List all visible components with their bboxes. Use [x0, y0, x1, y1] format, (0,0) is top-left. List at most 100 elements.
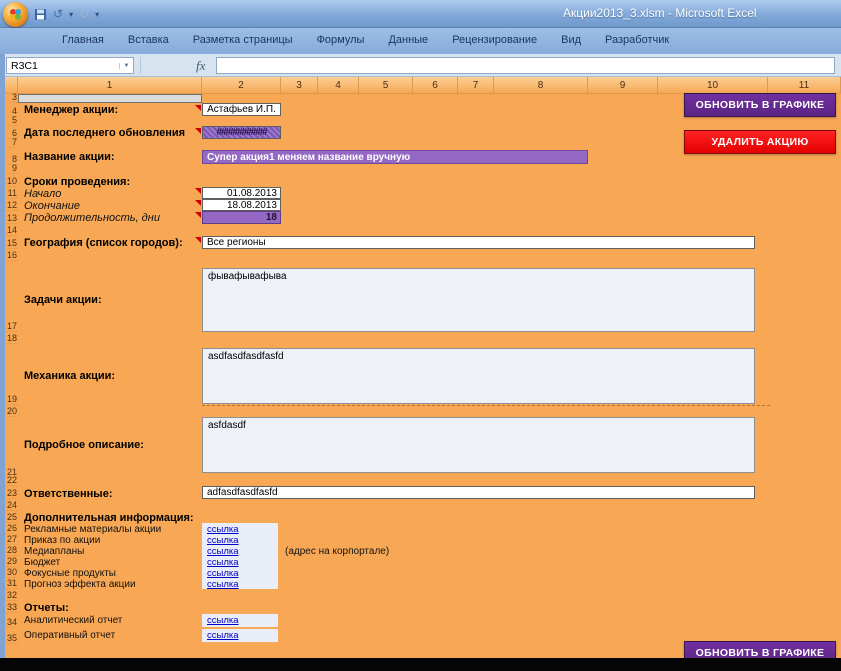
- tab-developer[interactable]: Разработчик: [593, 28, 681, 54]
- tab-page-layout[interactable]: Разметка страницы: [181, 28, 305, 54]
- mechanics-cell[interactable]: asdfasdfasdfasfd: [202, 348, 755, 404]
- hyperlink-ad-materials[interactable]: ссылка: [207, 524, 239, 535]
- update-in-chart-button-top[interactable]: ОБНОВИТЬ В ГРАФИКЕ: [684, 93, 836, 117]
- hyperlink-mediaplans[interactable]: ссылка: [207, 546, 239, 557]
- row-header-18[interactable]: 18: [5, 332, 18, 344]
- hyperlink-budget[interactable]: ссылка: [207, 557, 239, 568]
- column-header-10[interactable]: 10: [658, 77, 768, 94]
- row-header-10[interactable]: 10: [5, 174, 18, 187]
- row-header-3[interactable]: 3: [5, 92, 18, 103]
- row-header-28[interactable]: 28: [5, 545, 18, 556]
- row-header-19[interactable]: 19: [5, 344, 18, 405]
- row-header-34[interactable]: 34: [5, 613, 18, 628]
- save-icon[interactable]: [34, 8, 47, 21]
- hyperlink-operational-report[interactable]: ссылка: [207, 630, 239, 641]
- start-date-cell[interactable]: 01.08.2013: [202, 187, 281, 199]
- manager-cell[interactable]: Астафьев И.П.: [202, 103, 281, 116]
- column-header-1[interactable]: 1: [18, 77, 202, 94]
- delete-promo-button[interactable]: УДАЛИТЬ АКЦИЮ: [684, 130, 836, 154]
- column-header-5[interactable]: 5: [359, 77, 413, 94]
- row-header-13[interactable]: 13: [5, 211, 18, 224]
- hyperlink-focus-products[interactable]: ссылка: [207, 568, 239, 579]
- tab-review[interactable]: Рецензирование: [440, 28, 549, 54]
- undo-icon[interactable]: ↺: [53, 8, 63, 20]
- hyperlink-analytic-report[interactable]: ссылка: [207, 615, 239, 626]
- description-cell[interactable]: asfdasdf: [202, 417, 755, 473]
- row-header-32[interactable]: 32: [5, 589, 18, 601]
- row-header-25[interactable]: 25: [5, 511, 18, 523]
- active-cell[interactable]: [18, 94, 202, 103]
- row-header-30[interactable]: 30: [5, 567, 18, 578]
- row-header-7[interactable]: 7: [5, 137, 18, 148]
- column-header-8[interactable]: 8: [494, 77, 588, 94]
- column-header-2[interactable]: 2: [202, 77, 281, 94]
- start-label: Начало: [24, 188, 62, 200]
- row-header-11[interactable]: 11: [5, 187, 18, 199]
- formula-bar: R3C1 ▼ fx: [0, 54, 841, 77]
- responsible-label: Ответственные:: [24, 488, 113, 500]
- manager-label: Менеджер акции:: [24, 104, 119, 116]
- row-header-26[interactable]: 26: [5, 523, 18, 534]
- row-header-23[interactable]: 23: [5, 486, 18, 499]
- comment-indicator: [195, 237, 201, 243]
- last-updated-cell[interactable]: ###########: [202, 126, 281, 139]
- row-header-24[interactable]: 24: [5, 499, 18, 511]
- tab-insert[interactable]: Вставка: [116, 28, 181, 54]
- row-header-35[interactable]: 35: [5, 628, 18, 644]
- undo-dropdown-icon[interactable]: ▾: [69, 10, 73, 19]
- row-header-22[interactable]: 22: [5, 475, 18, 486]
- formula-bar-divider: [140, 57, 141, 74]
- office-button[interactable]: [3, 2, 28, 27]
- comment-indicator: [195, 128, 201, 134]
- page-break-line: [202, 405, 770, 406]
- row-header-21[interactable]: 21: [5, 417, 18, 478]
- tab-formulas[interactable]: Формулы: [305, 28, 377, 54]
- reports-header: Отчеты:: [24, 602, 69, 614]
- hyperlink-order[interactable]: ссылка: [207, 535, 239, 546]
- column-header-6[interactable]: 6: [413, 77, 458, 94]
- name-box-value: R3C1: [11, 59, 38, 72]
- geography-cell[interactable]: Все регионы: [202, 236, 755, 249]
- tab-data[interactable]: Данные: [376, 28, 440, 54]
- report-link-label: Оперативный отчет: [24, 630, 116, 641]
- window-bottom-edge: [0, 658, 841, 671]
- tab-home[interactable]: Главная: [50, 28, 116, 54]
- qat-customize-icon[interactable]: ▾: [95, 10, 99, 19]
- promo-name-label: Название акции:: [24, 151, 115, 163]
- row-header-16[interactable]: 16: [5, 249, 18, 261]
- redo-icon[interactable]: ↻: [79, 8, 89, 20]
- hyperlink-effect-forecast[interactable]: ссылка: [207, 579, 239, 590]
- row-header-20[interactable]: 20: [5, 405, 18, 417]
- promo-name-cell[interactable]: Супер акция1 меняем название вручную: [202, 150, 588, 164]
- fx-icon[interactable]: fx: [196, 58, 205, 74]
- row-header-27[interactable]: 27: [5, 534, 18, 545]
- row-header-33[interactable]: 33: [5, 601, 18, 613]
- excel-window: ↺ ▾ ↻ ▾ Акции2013_3.xlsm - Microsoft Exc…: [0, 0, 841, 671]
- office-logo-icon: [10, 9, 21, 20]
- name-box-dropdown-icon[interactable]: ▼: [119, 62, 133, 69]
- row-header-9[interactable]: 9: [5, 163, 18, 174]
- responsible-cell[interactable]: adfasdfasdfasfd: [202, 486, 755, 499]
- column-header-3[interactable]: 3: [281, 77, 318, 94]
- tasks-cell[interactable]: фывафывафыва: [202, 268, 755, 332]
- column-header-4[interactable]: 4: [318, 77, 359, 94]
- row-header-15[interactable]: 15: [5, 236, 18, 249]
- row-header-14[interactable]: 14: [5, 224, 18, 236]
- duration-cell[interactable]: 18: [202, 211, 281, 224]
- name-box[interactable]: R3C1 ▼: [6, 57, 134, 74]
- extra-link-label: Рекламные материалы акции: [24, 524, 162, 535]
- column-header-9[interactable]: 9: [588, 77, 658, 94]
- mechanics-label: Механика акции:: [24, 370, 116, 382]
- row-header-31[interactable]: 31: [5, 578, 18, 589]
- end-date-cell[interactable]: 18.08.2013: [202, 199, 281, 211]
- window-left-border: [0, 54, 5, 658]
- formula-input[interactable]: [216, 57, 835, 74]
- column-header-7[interactable]: 7: [458, 77, 494, 94]
- tab-view[interactable]: Вид: [549, 28, 593, 54]
- extra-link-label: Прогноз эффекта акции: [24, 579, 136, 590]
- row-header-5[interactable]: 5: [5, 115, 18, 126]
- row-header-12[interactable]: 12: [5, 199, 18, 211]
- column-header-11[interactable]: 11: [768, 77, 841, 94]
- row-header-29[interactable]: 29: [5, 556, 18, 567]
- row-header-17[interactable]: 17: [5, 261, 18, 332]
